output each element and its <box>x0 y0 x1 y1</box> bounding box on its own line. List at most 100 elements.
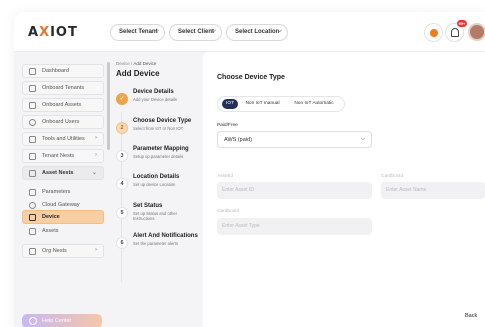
step-title: Alert And Notifications <box>133 233 198 239</box>
sidebar-item-dashboard[interactable]: Dashboard <box>22 64 104 78</box>
step-title: Parameter Mapping <box>133 146 189 152</box>
chevron-down-icon: ⌵ <box>360 136 365 142</box>
sidebar-item-label: Assets <box>42 228 59 234</box>
step-desc: Set up device Location <box>133 182 176 187</box>
sidebar-item-onboard-tenants[interactable]: Onboard Tenants <box>22 81 104 95</box>
step-number: 6 <box>116 237 128 249</box>
asset-icon <box>29 228 36 235</box>
steps-panel: Device / Add Device Add Device ✓ Device … <box>114 52 201 327</box>
avatar[interactable] <box>468 23 485 41</box>
chevron-down-icon: ⌵ <box>211 28 216 34</box>
asset-type-label: CardboxId <box>217 209 240 214</box>
step-title: Choose Device Type <box>133 118 192 124</box>
dashboard-icon <box>29 68 36 75</box>
asset-name-label: CardboxId <box>381 174 404 179</box>
theme-toggle-button[interactable] <box>424 23 443 42</box>
tenant-selector[interactable]: Select Tenant ⌵ <box>110 24 165 41</box>
sidebar-item-label: Parameters <box>42 189 71 195</box>
device-type-tabs: IOT Non IoT manual Non IoT Automatic <box>217 96 345 112</box>
sidebar-item-label: Tools and Utilities <box>42 136 85 142</box>
paid-free-label: Paid/Free <box>217 123 238 128</box>
users-icon <box>29 119 36 126</box>
chevron-down-icon: ⌄ <box>91 170 97 176</box>
step-desc: Add your Device details <box>133 97 177 102</box>
sidebar-item-label: Onboard Users <box>42 119 80 125</box>
asset-type-input[interactable]: Enter Asset Type <box>217 218 372 235</box>
step-check-icon: ✓ <box>116 93 128 105</box>
section-title: Choose Device Type <box>217 74 285 81</box>
step-title: Device Details <box>133 89 174 95</box>
help-icon <box>29 317 37 325</box>
step-number: 4 <box>116 178 128 190</box>
step-desc: Set up Status and other Instructions <box>133 211 177 221</box>
client-selector-label: Select Client <box>178 29 215 35</box>
client-selector[interactable]: Select Client ⌵ <box>169 24 222 41</box>
sidebar-item-label: Tenant Nests <box>42 153 75 159</box>
top-bar: AXIOT Select Tenant ⌵ Select Client ⌵ Se… <box>14 12 485 52</box>
assets-icon <box>29 102 36 109</box>
step-title: Location Details <box>133 174 180 180</box>
step-number: 3 <box>116 150 128 162</box>
step-desc: Setup up parameter details <box>133 154 184 159</box>
location-selector[interactable]: Select Location ⌵ <box>226 24 288 41</box>
paid-free-select[interactable]: AWS (paid) ⌵ <box>217 131 372 148</box>
breadcrumb: Device / Add Device <box>116 61 156 66</box>
chevron-down-icon: ⌵ <box>277 28 282 34</box>
chevron-right-icon: › <box>95 247 97 253</box>
breadcrumb-current: Add Device <box>133 61 157 66</box>
step-number: 2 <box>116 122 128 134</box>
sidebar-item-onboard-assets[interactable]: Onboard Assets <box>22 98 104 112</box>
breadcrumb-parent[interactable]: Device <box>116 61 130 66</box>
sidebar-item-assets[interactable]: Assets <box>22 224 104 238</box>
sidebar-item-tools[interactable]: Tools and Utilities › <box>22 132 104 146</box>
notifications-button[interactable]: 99+ <box>445 20 467 42</box>
sidebar-item-label: Asset Nests <box>42 170 74 176</box>
sidebar-item-label: Onboard Tenants <box>42 85 85 91</box>
back-button[interactable]: Back <box>465 313 477 319</box>
asset-id-input[interactable]: Enter Asset ID <box>217 182 372 199</box>
sidebar-item-label: Device <box>42 214 60 220</box>
help-center-label: Help Center <box>42 318 72 324</box>
sidebar-item-asset-nests[interactable]: Asset Nests ⌄ <box>22 166 104 180</box>
moon-icon <box>430 29 438 37</box>
help-center-button[interactable]: Help Center <box>22 314 102 327</box>
location-selector-label: Select Location <box>235 29 280 35</box>
cloud-icon <box>29 202 36 209</box>
device-icon <box>29 214 36 221</box>
sidebar-item-device[interactable]: Device <box>22 210 104 224</box>
step-desc: Select from IoT or Non IOT <box>133 126 184 131</box>
main-content: Choose Device Type IOT Non IoT manual No… <box>203 52 485 327</box>
chevron-right-icon: › <box>95 135 97 141</box>
bell-icon <box>451 28 459 37</box>
sidebar-item-label: Dashboard <box>42 68 69 74</box>
app-window: AXIOT Select Tenant ⌵ Select Client ⌵ Se… <box>14 12 485 327</box>
parameters-icon <box>29 189 36 196</box>
page-title: Add Device <box>116 69 160 78</box>
chevron-right-icon: › <box>95 152 97 158</box>
tab-non-iot-automatic[interactable]: Non IoT Automatic <box>287 99 341 109</box>
notification-badge: 99+ <box>457 20 467 27</box>
tab-iot[interactable]: IOT <box>222 99 238 109</box>
asset-id-label: AssetId <box>217 174 233 179</box>
tab-non-iot-manual[interactable]: Non IoT manual <box>241 99 284 109</box>
sidebar-item-label: Cloud Gateway <box>42 202 80 208</box>
sidebar-item-parameters[interactable]: Parameters <box>22 185 104 199</box>
step-number: 5 <box>116 207 128 219</box>
sidebar-item-label: Onboard Assets <box>42 102 82 108</box>
sidebar-item-label: Org Nests <box>42 248 67 254</box>
chevron-down-icon: ⌵ <box>154 28 159 34</box>
nests-icon <box>29 153 36 160</box>
sidebar-item-org-nests[interactable]: Org Nests › <box>22 244 104 258</box>
sidebar: Dashboard Onboard Tenants Onboard Assets… <box>14 52 114 327</box>
tenant-selector-label: Select Tenant <box>119 29 158 35</box>
sidebar-scrollbar[interactable] <box>107 62 110 150</box>
sidebar-item-onboard-users[interactable]: Onboard Users <box>22 115 104 129</box>
org-icon <box>29 248 36 255</box>
asset-name-input[interactable]: Enter Asset Name <box>381 182 485 199</box>
logo: AXIOT <box>28 25 78 40</box>
step-desc: Set the parameter alerts <box>133 241 178 246</box>
paid-free-value: AWS (paid) <box>224 137 252 143</box>
sidebar-item-tenant-nests[interactable]: Tenant Nests › <box>22 149 104 163</box>
asset-nests-icon <box>29 170 36 177</box>
steps-connector <box>121 112 122 282</box>
